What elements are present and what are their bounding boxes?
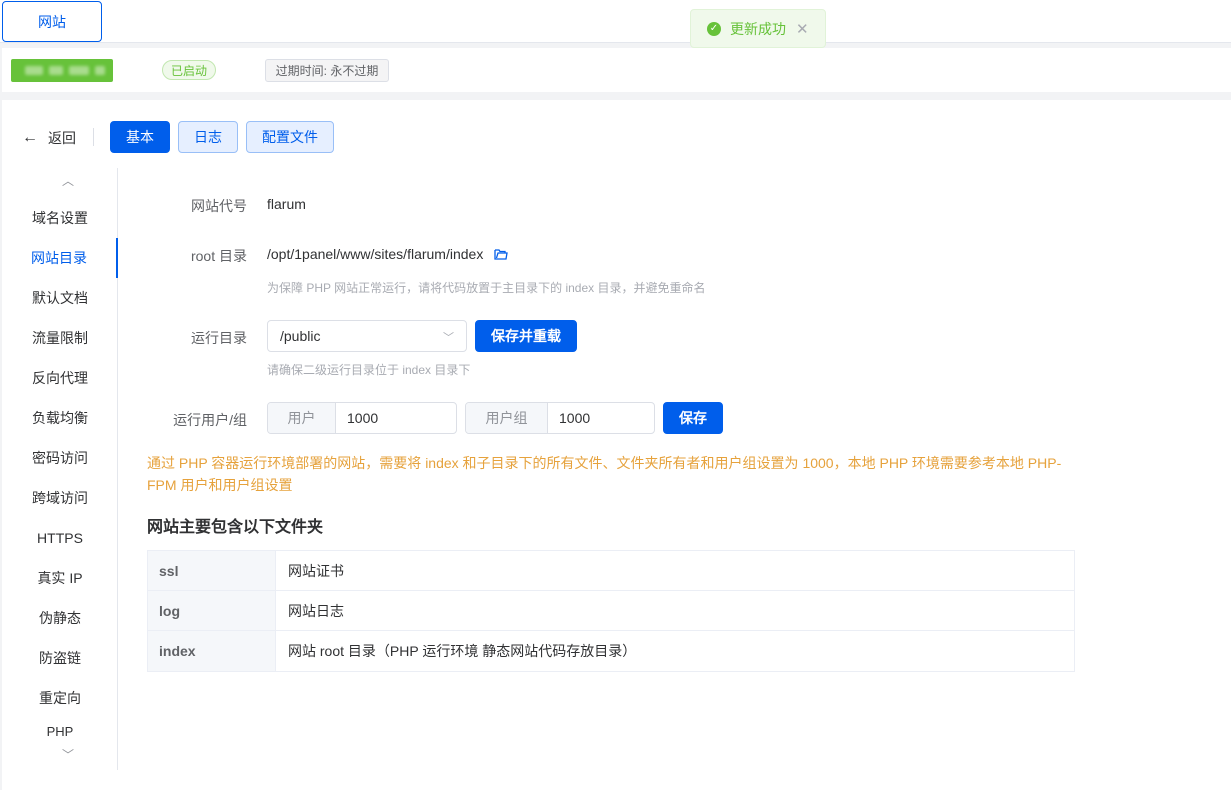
folder-desc: 网站 root 目录（PHP 运行环境 静态网站代码存放目录）	[288, 643, 637, 659]
folders-title: 网站主要包含以下文件夹	[147, 519, 324, 536]
settings-sidebar: ︿ 域名设置 网站目录 默认文档 流量限制 反向代理 负载均衡 密码访问 跨域访…	[2, 168, 118, 770]
folder-name: log	[148, 591, 276, 630]
top-tab-bar: 网站	[0, 0, 1231, 43]
sidebar-item-hotlink[interactable]: 防盗链	[2, 638, 118, 678]
sidebar-item-load-balance[interactable]: 负载均衡	[2, 398, 118, 438]
sidebar-item-traffic-limit[interactable]: 流量限制	[2, 318, 118, 358]
chevron-up-icon[interactable]: ︿	[62, 172, 74, 189]
sidebar-item-redirect[interactable]: 重定向	[2, 678, 118, 718]
back-button[interactable]: ← 返回	[22, 128, 76, 148]
run-user-label: 运行用户/组	[173, 412, 247, 428]
folder-desc: 网站日志	[288, 602, 344, 619]
site-code-value: flarum	[267, 196, 306, 212]
sidebar-item-real-ip[interactable]: 真实 IP	[2, 558, 118, 598]
sidebar-item-password-access[interactable]: 密码访问	[2, 438, 118, 478]
save-and-reload-button[interactable]: 保存并重载	[475, 320, 577, 352]
website-name-blurred	[11, 59, 113, 82]
tab-website[interactable]: 网站	[2, 1, 102, 42]
arrow-left-icon: ←	[22, 129, 38, 146]
sidebar-item-https[interactable]: HTTPS	[2, 518, 118, 558]
tab-config-file[interactable]: 配置文件	[246, 121, 334, 153]
sidebar-item-reverse-proxy[interactable]: 反向代理	[2, 358, 118, 398]
main-panel: ← 返回 基本 日志 配置文件 ︿ 域名设置 网站目录 默认文档 流量限制 反向…	[2, 100, 1231, 790]
run-dir-select[interactable]: /public ﹀	[267, 320, 467, 352]
success-toast: ✓ 更新成功 ✕	[690, 9, 826, 48]
sidebar-item-default-doc[interactable]: 默认文档	[2, 278, 118, 318]
run-dir-hint: 请确保二级运行目录位于 index 目录下	[267, 363, 471, 377]
sidebar-item-site-directory[interactable]: 网站目录	[2, 238, 118, 278]
close-icon[interactable]: ✕	[796, 20, 809, 38]
sidebar-item-cors[interactable]: 跨域访问	[2, 478, 118, 518]
run-dir-label: 运行目录	[191, 330, 247, 346]
permission-warning: 通过 PHP 容器运行环境部署的网站，需要将 index 和子目录下的所有文件、…	[147, 455, 1062, 493]
table-row: index 网站 root 目录（PHP 运行环境 静态网站代码存放目录）	[148, 631, 1074, 671]
sidebar-item-domain[interactable]: 域名设置	[2, 198, 118, 238]
back-label: 返回	[48, 130, 76, 146]
folder-name: index	[148, 631, 276, 671]
table-row: log 网站日志	[148, 591, 1074, 631]
user-input-group: 用户 1000	[267, 402, 457, 434]
group-input-group: 用户组 1000	[465, 402, 655, 434]
user-prefix: 用户	[268, 403, 336, 433]
group-prefix: 用户组	[466, 403, 548, 433]
website-info-bar: 已启动 过期时间: 永不过期	[2, 48, 1231, 92]
sidebar-item-php[interactable]: PHP	[2, 724, 118, 748]
user-input[interactable]: 1000	[336, 403, 456, 433]
check-circle-icon: ✓	[707, 21, 721, 36]
group-input[interactable]: 1000	[548, 403, 654, 433]
folder-desc: 网站证书	[288, 562, 344, 579]
site-code-label: 网站代号	[191, 198, 247, 214]
tab-basic[interactable]: 基本	[110, 121, 170, 153]
expire-badge: 过期时间: 永不过期	[265, 59, 389, 82]
root-dir-label: root 目录	[190, 248, 247, 264]
run-dir-selected-value: /public	[280, 328, 321, 344]
toast-message: 更新成功	[730, 20, 786, 37]
tab-log[interactable]: 日志	[178, 121, 238, 153]
folders-table: ssl 网站证书 log 网站日志 index 网站 root 目录（PHP 运…	[147, 550, 1075, 672]
table-row: ssl 网站证书	[148, 551, 1074, 591]
status-badge: 已启动	[162, 60, 216, 80]
divider	[93, 128, 94, 146]
chevron-down-icon: ﹀	[443, 332, 454, 344]
chevron-down-icon[interactable]: ﹀	[62, 746, 74, 763]
folder-name: ssl	[148, 551, 276, 590]
save-button[interactable]: 保存	[663, 402, 723, 434]
folder-open-icon[interactable]	[494, 248, 508, 260]
root-dir-hint: 为保障 PHP 网站正常运行，请将代码放置于主目录下的 index 目录，并避免…	[267, 281, 706, 295]
root-dir-value: /opt/1panel/www/sites/flarum/index	[267, 246, 484, 262]
sidebar-item-rewrite[interactable]: 伪静态	[2, 598, 118, 638]
